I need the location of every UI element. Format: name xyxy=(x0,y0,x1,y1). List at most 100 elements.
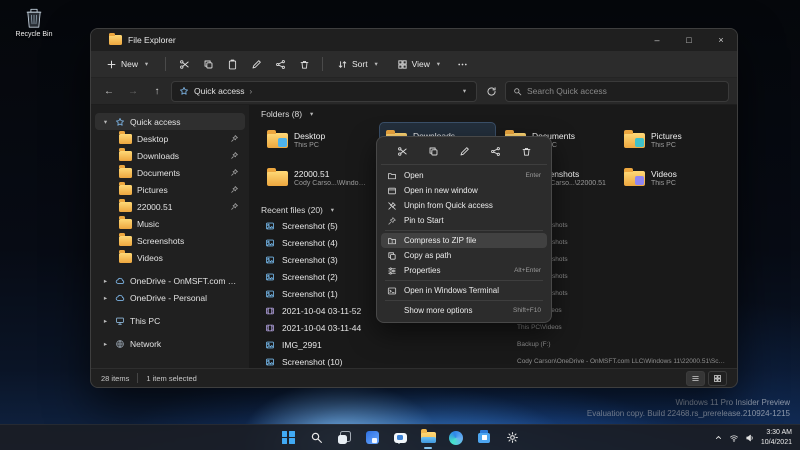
menu-item-unpin-quick-access[interactable]: Unpin from Quick access xyxy=(381,198,547,213)
maximize-button[interactable]: □ xyxy=(673,29,705,51)
close-button[interactable]: × xyxy=(705,29,737,51)
tray-overflow-button[interactable] xyxy=(714,433,723,442)
navigation-pane: ▾ Quick access Desktop Downloads Documen… xyxy=(91,105,249,368)
image-file-icon xyxy=(265,289,275,299)
folder-icon xyxy=(119,131,132,144)
folder-tile-videos[interactable]: Videos This PC xyxy=(618,161,733,195)
share-button[interactable] xyxy=(269,54,291,74)
file-explorer-icon xyxy=(420,429,436,443)
menu-item-open-new-window[interactable]: Open in new window xyxy=(381,183,547,198)
clock[interactable]: 3:30 AM 10/4/2021 xyxy=(761,428,792,448)
sidebar-item-downloads[interactable]: Downloads xyxy=(95,147,245,164)
volume-icon[interactable] xyxy=(745,433,755,443)
share-button[interactable] xyxy=(486,144,504,159)
terminal-icon xyxy=(387,286,397,296)
sidebar-item-quick-access[interactable]: ▾ Quick access xyxy=(95,113,245,130)
menu-item-compress-zip[interactable]: Compress to ZIP file xyxy=(381,233,547,248)
settings-button[interactable] xyxy=(501,427,523,449)
sort-icon xyxy=(337,59,348,70)
copy-icon xyxy=(203,59,214,70)
chevron-down-icon: ▾ xyxy=(144,61,149,68)
sort-button[interactable]: Sort ▾ xyxy=(330,54,388,74)
large-icons-view-button[interactable] xyxy=(708,370,727,386)
store-button[interactable] xyxy=(473,427,495,449)
search-input[interactable] xyxy=(527,86,721,96)
sidebar-item-music[interactable]: Music xyxy=(95,215,245,232)
sidebar-item-onedrive-personal[interactable]: ▸ OneDrive - Personal xyxy=(95,289,245,306)
sidebar-item-screenshots[interactable]: Screenshots xyxy=(95,232,245,249)
address-breadcrumb[interactable]: Quick access › ▾ xyxy=(171,80,477,102)
chevron-right-icon[interactable]: ▸ xyxy=(101,317,110,325)
sidebar-item-desktop[interactable]: Desktop xyxy=(95,130,245,147)
cut-button[interactable] xyxy=(173,54,195,74)
menu-item-open[interactable]: Open Enter xyxy=(381,168,547,183)
folder-tile-desktop[interactable]: Desktop This PC xyxy=(261,123,376,157)
copy-button[interactable] xyxy=(197,54,219,74)
task-view-icon xyxy=(337,431,351,444)
chat-button[interactable] xyxy=(389,427,411,449)
paste-button[interactable] xyxy=(221,54,243,74)
up-button[interactable]: ↑ xyxy=(147,82,167,100)
rename-button[interactable] xyxy=(245,54,267,74)
watermark-line1: Windows 11 Pro Insider Preview xyxy=(675,397,790,407)
delete-button[interactable] xyxy=(517,144,535,159)
search-box[interactable] xyxy=(505,80,729,102)
recent-file-row[interactable]: IMG_2991 Backup (F:) xyxy=(261,336,729,353)
menu-item-copy-as-path[interactable]: Copy as path xyxy=(381,248,547,263)
sidebar-item-onedrive-onmsft[interactable]: ▸ OneDrive - OnMSFT.com LLC xyxy=(95,272,245,289)
taskbar-search-button[interactable] xyxy=(305,427,327,449)
image-file-icon xyxy=(265,238,275,248)
recent-file-row[interactable]: Screenshot (10) Cody Carson\OneDrive - O… xyxy=(261,353,729,368)
see-more-button[interactable] xyxy=(452,54,474,74)
cut-button[interactable] xyxy=(393,144,411,159)
folder-tile-22000-51[interactable]: 22000.51 Cody Carso...\Windows 11 xyxy=(261,161,376,195)
onedrive-cloud-icon xyxy=(115,276,125,286)
edge-icon xyxy=(449,430,463,445)
sidebar-item-22000-51[interactable]: 22000.51 xyxy=(95,198,245,215)
sidebar-item-network[interactable]: ▸ Network xyxy=(95,335,245,352)
pin-icon xyxy=(230,168,239,177)
rename-button[interactable] xyxy=(455,144,473,159)
chevron-right-icon[interactable]: ▸ xyxy=(101,340,110,348)
forward-button[interactable]: → xyxy=(123,82,143,100)
details-view-button[interactable] xyxy=(686,370,705,386)
menu-item-show-more-options[interactable]: Show more options Shift+F10 xyxy=(381,303,547,318)
folders-section-header[interactable]: Folders (8) ▾ xyxy=(261,107,729,121)
menu-item-open-windows-terminal[interactable]: Open in Windows Terminal xyxy=(381,283,547,298)
sidebar-item-pictures[interactable]: Pictures xyxy=(95,181,245,198)
paste-icon xyxy=(227,59,238,70)
minimize-button[interactable]: – xyxy=(641,29,673,51)
menu-item-pin-to-start[interactable]: Pin to Start xyxy=(381,213,547,228)
recycle-bin-label: Recycle Bin xyxy=(15,31,53,38)
delete-button[interactable] xyxy=(293,54,315,74)
edge-button[interactable] xyxy=(445,427,467,449)
image-file-icon xyxy=(265,272,275,282)
sidebar-item-documents[interactable]: Documents xyxy=(95,164,245,181)
network-icon[interactable] xyxy=(729,433,739,443)
folder-tile-pictures[interactable]: Pictures This PC xyxy=(618,123,733,157)
copy-button[interactable] xyxy=(424,144,442,159)
start-button[interactable] xyxy=(277,427,299,449)
task-view-button[interactable] xyxy=(333,427,355,449)
sidebar-item-this-pc[interactable]: ▸ This PC xyxy=(95,312,245,329)
refresh-button[interactable] xyxy=(481,82,501,100)
window-tab[interactable]: File Explorer xyxy=(101,29,184,51)
plus-icon xyxy=(106,59,117,70)
unpin-icon xyxy=(387,201,397,211)
file-explorer-button[interactable] xyxy=(417,427,439,449)
menu-item-properties[interactable]: Properties Alt+Enter xyxy=(381,263,547,278)
recycle-bin[interactable]: Recycle Bin xyxy=(10,6,58,38)
cut-icon xyxy=(397,146,408,157)
view-button[interactable]: View ▾ xyxy=(390,54,450,74)
chevron-right-icon[interactable]: ▸ xyxy=(101,277,110,285)
address-dropdown-icon[interactable]: ▾ xyxy=(460,87,469,95)
item-count: 28 items xyxy=(101,373,130,383)
sidebar-item-videos[interactable]: Videos xyxy=(95,249,245,266)
back-button[interactable]: ← xyxy=(99,82,119,100)
chevron-right-icon[interactable]: ▸ xyxy=(101,294,110,302)
chevron-down-icon[interactable]: ▾ xyxy=(101,118,110,126)
widgets-button[interactable] xyxy=(361,427,383,449)
new-button[interactable]: New ▾ xyxy=(99,54,158,74)
breadcrumb[interactable]: Quick access xyxy=(194,86,245,96)
menu-separator xyxy=(385,230,543,231)
